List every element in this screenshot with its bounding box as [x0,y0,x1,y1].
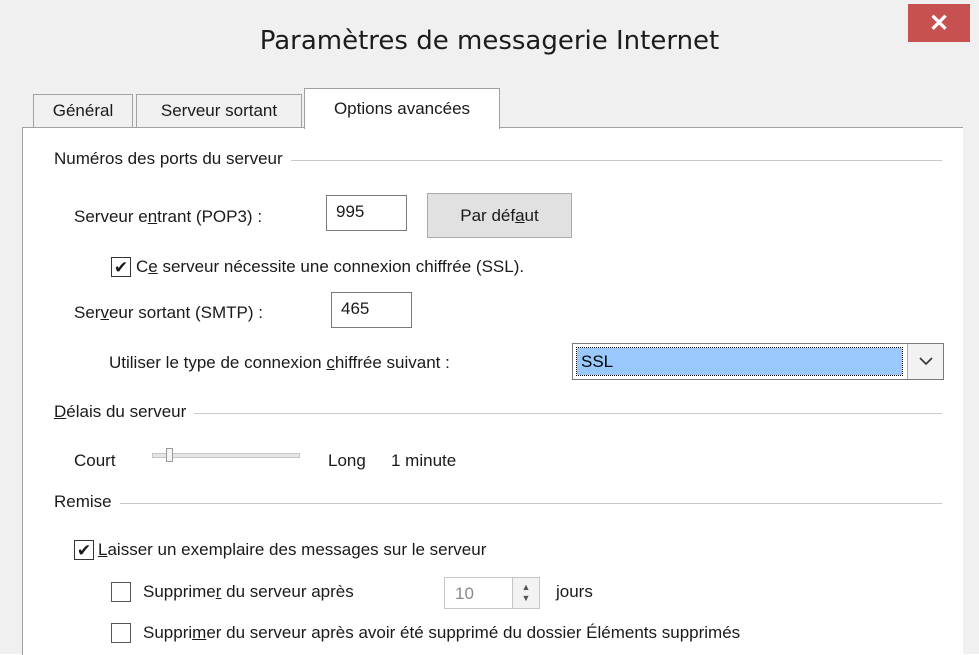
tab-outgoing-server-label: Serveur sortant [160,101,278,120]
incoming-port-input[interactable]: 995 [326,195,407,231]
encryption-type-value: SSL [576,347,903,376]
checkmark-icon: ✔ [113,257,129,277]
timeouts-group-label: Délais du serveur [54,402,195,422]
tab-advanced-options[interactable]: Options avancées [304,88,500,129]
close-icon: ✕ [928,9,950,37]
encryption-type-label: Utiliser le type de connexion chiffrée s… [109,353,450,372]
delivery-group-label: Remise [54,492,120,512]
outgoing-port-value: 465 [341,299,370,318]
delivery-group-divider [60,503,942,504]
timeout-slider-track[interactable] [152,453,300,458]
remove-deleted-checkbox[interactable] [111,623,131,643]
default-ports-button[interactable]: Par défaut [427,193,572,238]
window-left-border [0,0,11,654]
incoming-server-label: Serveur entrant (POP3) : [74,207,263,226]
timeout-value-label: 1 minute [391,451,457,470]
encryption-type-select[interactable]: SSL [572,343,944,380]
default-ports-button-label: Par défaut [460,205,539,225]
ssl-required-label[interactable]: Ce serveur nécessite une connexion chiff… [136,257,524,277]
remove-after-days-value: 10 [455,584,474,603]
days-label: jours [556,582,593,601]
tab-advanced-options-label: Options avancées [333,99,471,118]
spinner-buttons[interactable]: ▲ ▼ [512,578,539,608]
ssl-required-checkbox[interactable]: ✔ [111,257,131,277]
outgoing-server-label: Serveur sortant (SMTP) : [74,303,263,322]
timeout-short-label: Court [74,451,116,470]
remove-after-label[interactable]: Supprimer du serveur après [143,582,354,602]
chevron-down-icon[interactable] [907,344,943,379]
close-button[interactable]: ✕ [908,4,970,42]
incoming-port-value: 995 [336,202,365,221]
spinner-down-icon[interactable]: ▼ [522,593,531,604]
leave-copy-label[interactable]: Laisser un exemplaire des messages sur l… [98,540,486,560]
title-bar: Paramètres de messagerie Internet ✕ [0,0,979,88]
dialog-window: Paramètres de messagerie Internet ✕ Géné… [0,0,979,655]
spinner-up-icon[interactable]: ▲ [522,582,531,593]
window-title: Paramètres de messagerie Internet [259,26,720,56]
tab-general-label: Général [52,101,114,120]
tab-general[interactable]: Général [33,94,133,127]
timeout-slider-thumb[interactable] [166,448,173,462]
outgoing-port-input[interactable]: 465 [331,292,412,328]
tab-outgoing-server[interactable]: Serveur sortant [136,94,302,127]
leave-copy-checkbox[interactable]: ✔ [74,540,94,560]
ports-group-label: Numéros des ports du serveur [54,149,291,169]
timeout-long-label: Long [328,451,366,470]
remove-deleted-label[interactable]: Supprimer du serveur après avoir été sup… [143,623,740,643]
remove-after-checkbox[interactable] [111,582,131,602]
remove-after-days-spinner[interactable]: 10 ▲ ▼ [444,577,540,609]
checkmark-icon: ✔ [76,540,92,560]
